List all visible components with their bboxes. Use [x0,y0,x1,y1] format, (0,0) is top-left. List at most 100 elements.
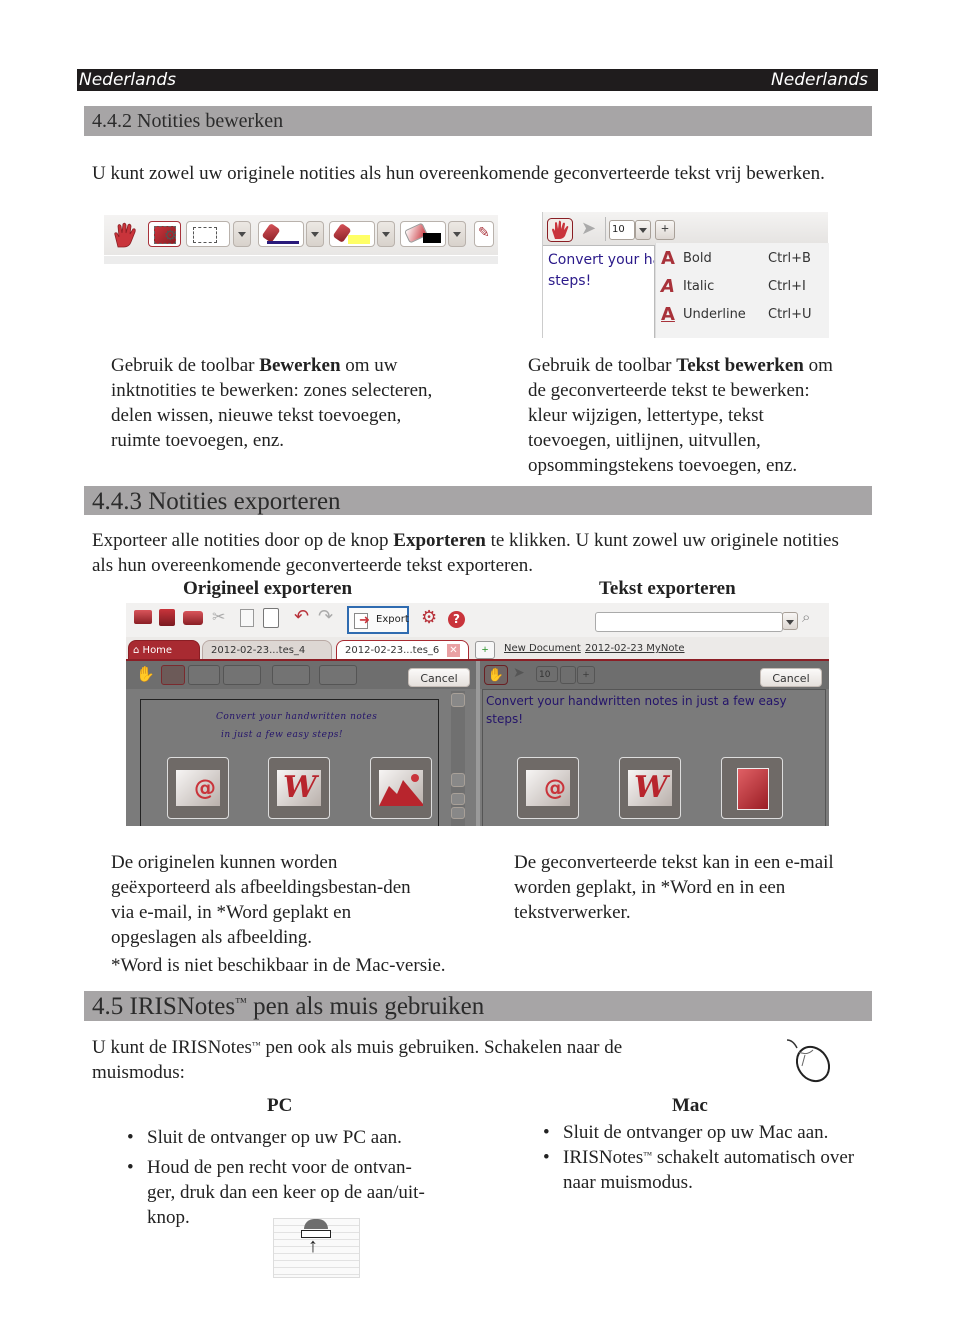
font-size-field[interactable]: 10 [609,220,635,240]
tab-document-6[interactable]: 2012-02-23...tes_6 ✕ [336,640,469,659]
heading-text: pen als muis gebruiken [246,993,485,1020]
eraser-color-swatch [423,233,441,243]
menu-item-label: Bold [683,251,712,266]
tab-home[interactable]: ⌂ Home [128,640,200,659]
selection-dropdown[interactable] [233,221,251,247]
selection-rectangle-button[interactable] [186,221,230,247]
save-icon[interactable] [159,609,175,626]
page-up-button[interactable] [451,807,465,819]
vertical-scrollbar[interactable] [451,691,465,826]
page-header-bar: Nederlands Nederlands [77,69,878,91]
menu-item-underline[interactable]: A Underline Ctrl+U [656,303,829,327]
converted-text-pane: ✋ ➤ 10 + Cancel Convert your handwritten… [480,661,829,826]
close-tab-icon[interactable]: ✕ [447,644,460,657]
search-icon[interactable]: ⌕ [802,609,810,627]
export-notepad-button[interactable] [721,757,783,819]
image-icon [379,770,423,806]
add-format-button[interactable]: + [577,666,595,684]
receiver-illustration: ↑ [273,1218,360,1278]
italic-a-icon: A [661,276,675,297]
caption-bold: Bewerken [259,355,341,376]
eraser-tool-icon[interactable] [319,665,357,685]
tab-document-4[interactable]: 2012-02-23...tes_4 [202,640,332,659]
cancel-button[interactable]: Cancel [408,668,470,687]
pen-tool-button[interactable] [258,221,304,247]
open-folder-icon[interactable] [134,610,152,624]
font-size-dropdown[interactable] [560,666,576,684]
highlighter-tool-button[interactable] [329,221,375,247]
search-dropdown[interactable] [782,612,798,630]
pen-color-swatch [267,241,299,244]
pen-tool-icon[interactable] [223,665,261,685]
converted-text-editor[interactable]: Convert your ha steps! [543,245,655,338]
highlighter-dropdown[interactable] [377,221,395,247]
col-heading-origineel: Origineel exporteren [183,578,353,599]
export-original-caption: De originelen kunnen worden geëxporteerd… [111,852,411,948]
pen-dropdown[interactable] [306,221,324,247]
section-heading-notities-bewerken: 4.4.2 Notities bewerken [84,106,872,136]
insert-space-button[interactable]: ✎ [474,221,494,247]
export-email-button[interactable]: @ [167,757,229,819]
add-format-button[interactable]: + [655,220,675,240]
text-toolbar-screenshot: ➤ 10 + Convert your ha steps! A Bold Ctr… [542,212,829,338]
arrow-up-icon: ↑ [308,1235,318,1257]
scroll-up-button[interactable] [451,693,465,707]
export-button[interactable]: ➜ Export [347,606,409,634]
eraser-tool-button[interactable] [400,221,446,247]
export-button-label: Export [376,614,409,625]
mynote-link[interactable]: 2012-02-23 MyNote [585,643,685,654]
selection-tool-icon[interactable] [188,665,220,685]
caption-text: Gebruik de toolbar [111,355,260,376]
font-size-dropdown[interactable] [635,220,651,240]
caption-text: Gebruik de toolbar [528,355,677,376]
hand-tool-icon[interactable] [547,218,573,242]
section-heading-notities-exporteren: 4.4.3 Notities exporteren [84,486,872,515]
new-document-link[interactable]: New Document [504,643,581,654]
copy-icon[interactable] [240,609,254,627]
pointer-arrow-icon[interactable]: ➤ [581,218,596,239]
export-email-button[interactable]: @ [517,757,579,819]
paste-icon[interactable] [263,608,279,628]
highlighter-color-swatch [348,235,370,244]
export-word-button[interactable]: W [619,757,681,819]
help-icon[interactable]: ? [448,611,465,628]
hand-tool-icon[interactable]: ✋ [484,665,508,685]
undo-icon[interactable]: ↶ [294,606,309,627]
converted-text: Convert your handwritten notes in just a… [486,694,787,726]
cut-icon[interactable]: ✂ [212,607,225,627]
scroll-down-button[interactable] [451,773,465,787]
tab-label: Home [142,645,173,656]
page-up-button[interactable] [451,793,465,805]
highlighter-tool-icon[interactable] [272,665,310,685]
original-notes-pane: ✋ Cancel Convert your handwritten notes … [126,661,476,826]
cancel-button[interactable]: Cancel [760,668,822,687]
hand-tool-icon[interactable]: ✋ [136,665,155,684]
section-45-intro: U kunt de IRISNotes™ pen ook als muis ge… [92,1035,692,1085]
pen-insert-icon: ✎ [478,226,490,241]
redo-icon[interactable]: ↷ [318,606,333,627]
export-image-button[interactable] [370,757,432,819]
search-input[interactable] [595,612,783,632]
text-toolbar-caption: Gebruik de toolbar Tekst bewerken om de … [528,353,848,478]
select-settings-icon[interactable] [161,665,185,685]
bold-a-icon: A [661,248,675,269]
eraser-dropdown[interactable] [448,221,466,247]
handwriting-line: Convert your handwritten notes [216,712,378,722]
menu-item-italic[interactable]: A Italic Ctrl+I [656,275,829,299]
intro-bold: Exporteren [393,530,486,551]
menu-item-bold[interactable]: A Bold Ctrl+B [656,247,829,271]
edit-toolbar-caption: Gebruik de toolbar Bewerken om uw inktno… [111,353,441,453]
pointer-arrow-icon[interactable]: ➤ [513,665,525,682]
pc-heading: PC [267,1095,293,1116]
settings-gear-icon[interactable]: ⚙ [421,607,437,628]
select-settings-button[interactable]: ⚙ [148,221,181,247]
hand-tool-icon [114,222,136,248]
font-size-field[interactable]: 10 [536,666,558,682]
list-item: Sluit de ontvanger op uw PC aan. [127,1125,447,1150]
underline-a-icon: A [661,304,675,325]
heading-text: 4.5 IRISNotes [92,993,236,1020]
export-app-screenshot: ✂ ↶ ↷ ➜ Export ⚙ ? ⌕ ⌂ Home 2012-02-23..… [126,603,829,826]
print-icon[interactable] [183,611,203,625]
export-word-button[interactable]: W [268,757,330,819]
new-document-icon[interactable]: + [475,641,495,659]
